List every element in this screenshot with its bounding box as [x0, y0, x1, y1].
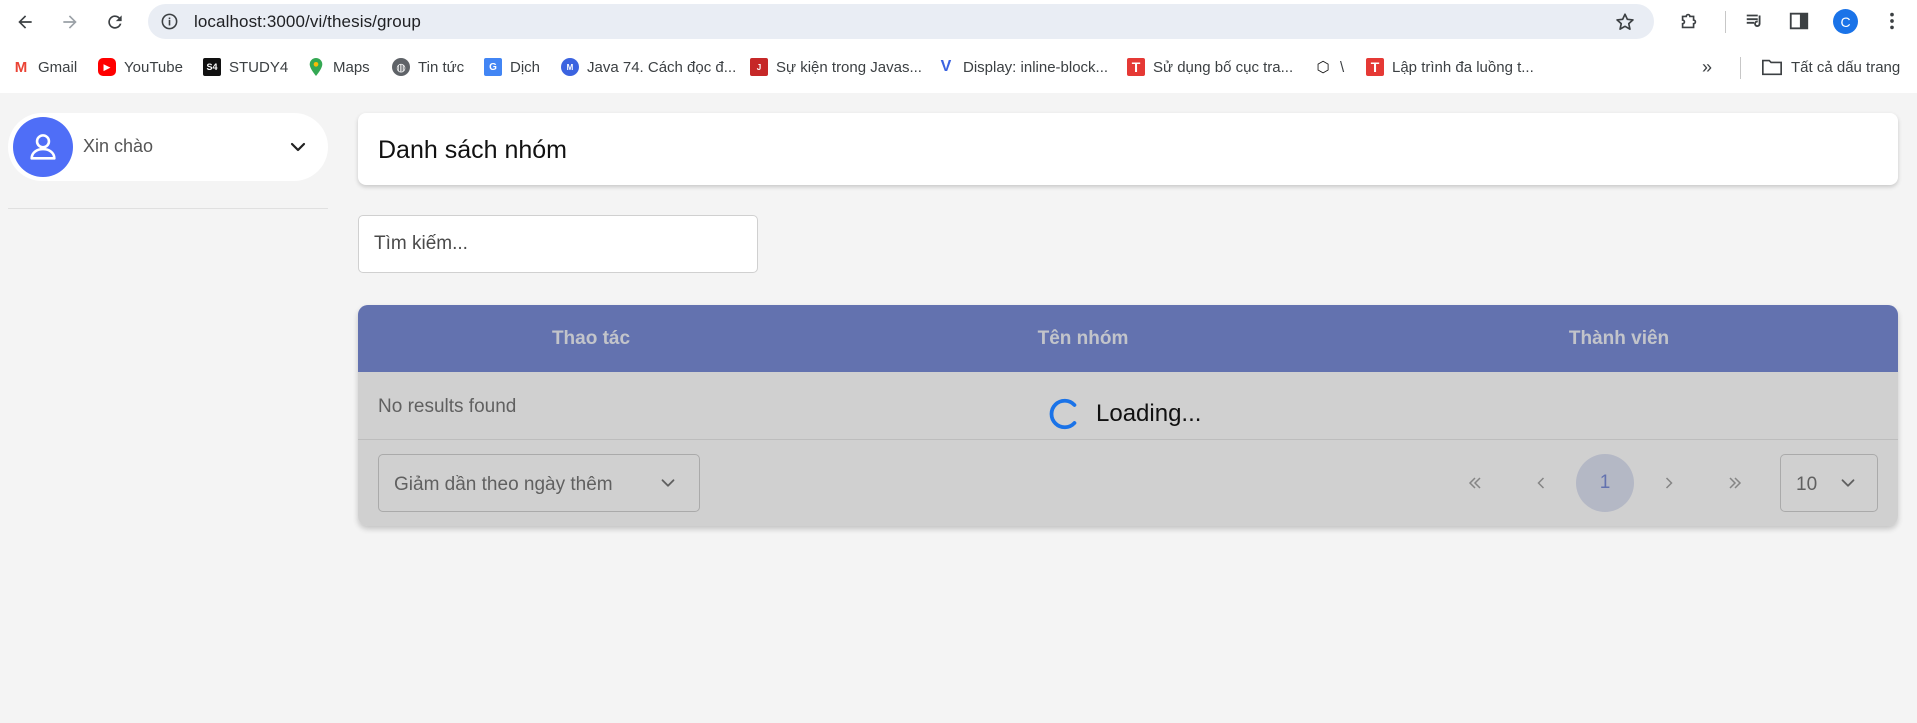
- reload-button[interactable]: [100, 7, 130, 37]
- loading-text: Loading...: [1096, 400, 1202, 427]
- info-icon[interactable]: [160, 12, 179, 31]
- arrow-left-icon: [18, 15, 32, 29]
- bookmark-java-74[interactable]: M Java 74. Cách đọc đ...: [561, 56, 736, 78]
- translate-icon: G: [484, 58, 502, 76]
- search-input[interactable]: [358, 215, 758, 273]
- all-bookmarks-button[interactable]: Tất cả dấu trang: [1761, 56, 1900, 78]
- folder-icon: [1762, 59, 1782, 76]
- group-table: Thao tác Tên nhóm Thành viên No results …: [358, 305, 1898, 526]
- maps-icon: [307, 58, 325, 76]
- bookmark-label: Gmail: [38, 58, 78, 76]
- site-icon: J: [750, 58, 768, 76]
- bookmark-label: Lập trình đa luồng t...: [1392, 58, 1534, 76]
- youtube-icon: ▶: [98, 58, 116, 76]
- side-panel-button[interactable]: [1787, 9, 1811, 33]
- avatar: [13, 117, 73, 177]
- bookmark-su-dung[interactable]: T Sử dụng bố cục tra...: [1127, 56, 1293, 78]
- chevron-down-icon[interactable]: [286, 135, 310, 159]
- v-icon: V: [940, 58, 952, 75]
- double-chevron-right-icon: »: [1702, 56, 1713, 77]
- page-header: Danh sách nhóm: [358, 113, 1898, 185]
- bookmarks-bar: M Gmail ▶ YouTube S4 STUDY4 Maps ◍ Tin t…: [0, 43, 1917, 93]
- puzzle-icon: [1681, 13, 1697, 29]
- bookmark-label: YouTube: [124, 58, 183, 76]
- bookmark-maps[interactable]: Maps: [307, 56, 370, 78]
- reload-icon: [108, 15, 122, 29]
- greeting-text: Xin chào: [83, 136, 154, 156]
- kebab-menu-icon: [1890, 12, 1894, 30]
- bookmark-su-kien[interactable]: J Sự kiện trong Javas...: [750, 56, 922, 78]
- media-button[interactable]: [1743, 9, 1767, 33]
- study4-icon: S4: [203, 58, 221, 76]
- side-panel-icon: [1789, 12, 1809, 30]
- extensions-button[interactable]: [1677, 9, 1701, 33]
- t-icon: T: [1127, 58, 1145, 76]
- loading-indicator: Loading...: [1048, 397, 1201, 431]
- bookmark-display[interactable]: V Display: inline-block...: [937, 56, 1108, 78]
- url-text[interactable]: localhost:3000/vi/thesis/group: [194, 12, 421, 32]
- toolbar-divider: [1725, 11, 1726, 33]
- t-icon: T: [1366, 58, 1384, 76]
- site-icon: M: [561, 58, 579, 76]
- spinner-icon: [1049, 398, 1077, 430]
- bookmark-star-icon[interactable]: [1614, 11, 1636, 33]
- bookmark-youtube[interactable]: ▶ YouTube: [98, 56, 183, 78]
- bookmark-label: Dịch: [510, 58, 541, 76]
- bookmark-label: Sự kiện trong Javas...: [776, 58, 922, 76]
- app-page: Xin chào Danh sách nhóm Thao tác Tên nhó…: [0, 93, 1917, 723]
- gmail-icon: M: [12, 58, 30, 76]
- bookmark-dich[interactable]: G Dịch: [484, 56, 540, 78]
- bookmark-tin-tuc[interactable]: ◍ Tin tức: [392, 56, 464, 78]
- globe-icon: ◍: [392, 58, 410, 76]
- bookmark-label: Java 74. Cách đọc đ...: [587, 58, 737, 76]
- browser-toolbar: localhost:3000/vi/thesis/group C: [0, 0, 1917, 43]
- menu-button[interactable]: [1880, 9, 1904, 33]
- bookmark-label: STUDY4: [229, 58, 289, 76]
- bookmarks-divider: [1740, 57, 1741, 79]
- loading-overlay: Loading...: [358, 305, 1898, 526]
- bookmark-lap-trinh[interactable]: T Lập trình đa luồng t...: [1366, 56, 1534, 78]
- bookmark-codepen[interactable]: ⬡ \: [1314, 56, 1344, 78]
- forward-button[interactable]: [55, 7, 85, 37]
- bookmark-label: Display: inline-block...: [963, 58, 1109, 76]
- user-menu[interactable]: Xin chào: [8, 113, 328, 181]
- profile-avatar[interactable]: C: [1833, 9, 1858, 34]
- page-title: Danh sách nhóm: [378, 136, 568, 164]
- more-bookmarks-button[interactable]: »: [1702, 56, 1712, 78]
- bookmark-label: Tin tức: [418, 58, 465, 76]
- bookmark-gmail[interactable]: M Gmail: [12, 56, 77, 78]
- playlist-icon: [1746, 14, 1761, 27]
- address-bar[interactable]: localhost:3000/vi/thesis/group: [148, 4, 1654, 39]
- sidebar-divider: [8, 208, 328, 209]
- arrow-right-icon: [63, 15, 77, 29]
- bookmark-label: Maps: [333, 58, 370, 76]
- bookmark-study4[interactable]: S4 STUDY4: [203, 56, 288, 78]
- codepen-icon: ⬡: [1316, 59, 1330, 76]
- back-button[interactable]: [10, 7, 40, 37]
- bookmark-label: \: [1340, 58, 1345, 76]
- user-icon: [30, 134, 56, 160]
- bookmark-label: Sử dụng bố cục tra...: [1153, 58, 1294, 76]
- all-bookmarks-label: Tất cả dấu trang: [1791, 58, 1901, 76]
